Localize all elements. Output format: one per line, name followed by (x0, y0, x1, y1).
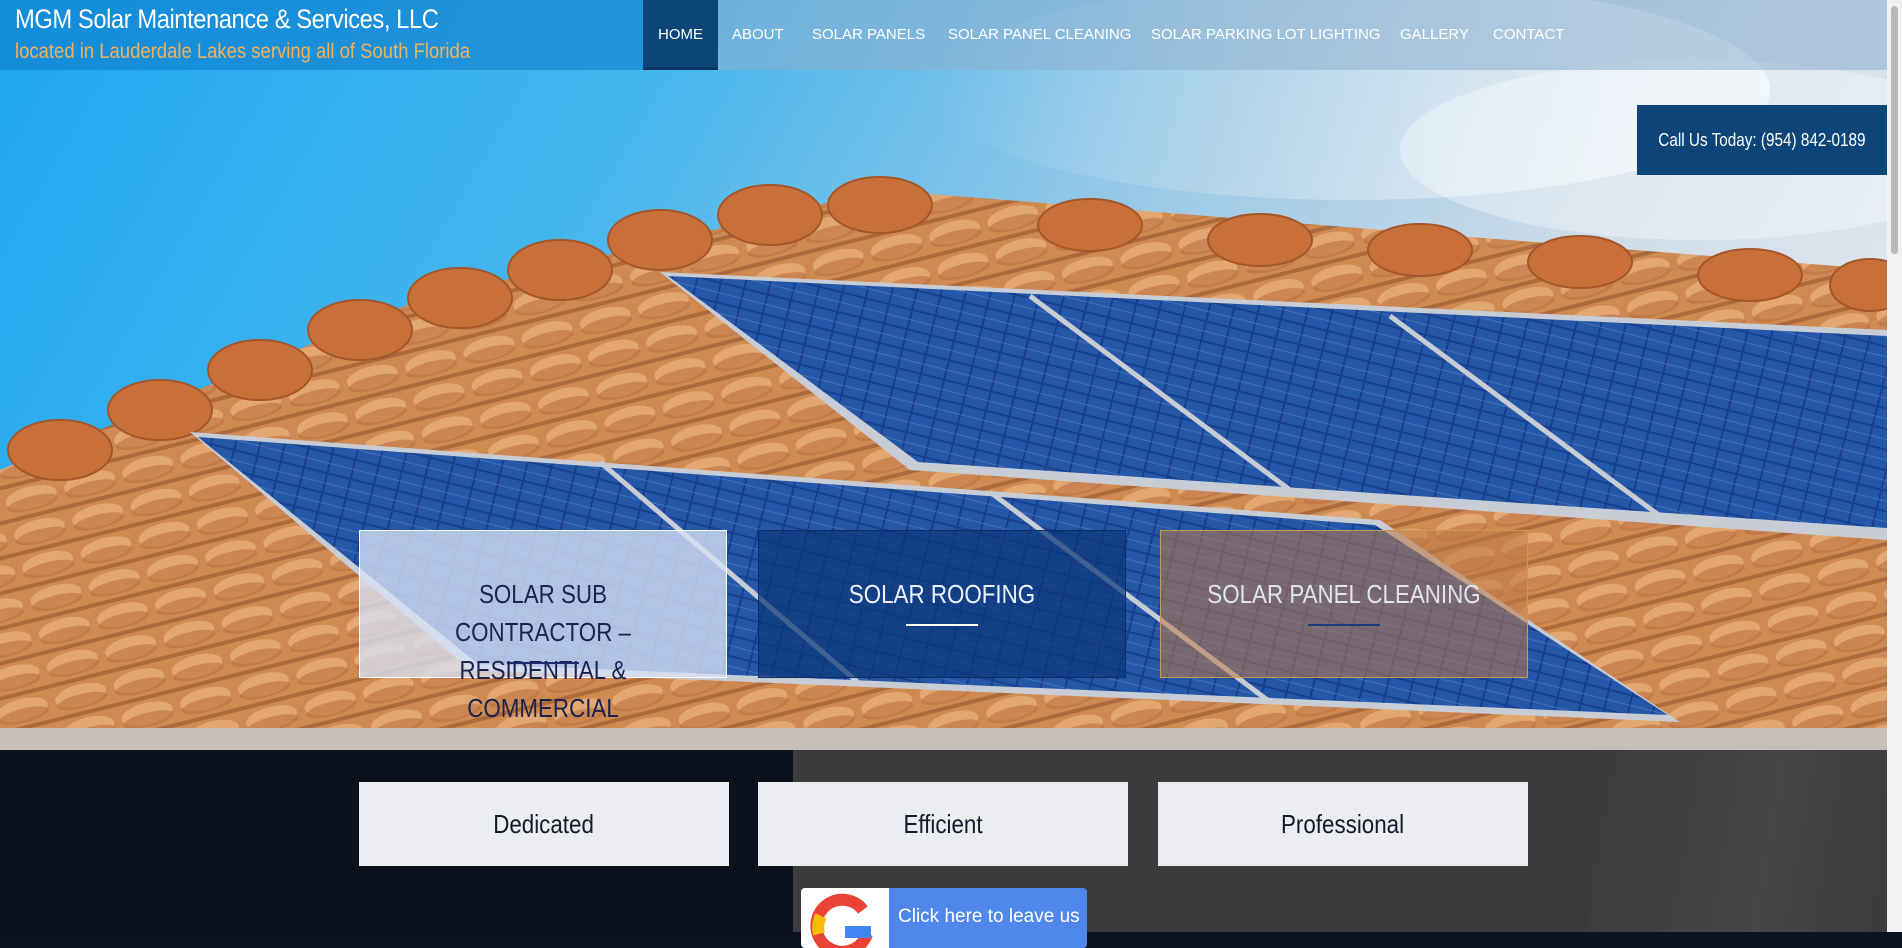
nav-item-gallery[interactable]: GALLERY (1400, 0, 1469, 70)
nav-item-solar-parking-lot-lighting[interactable]: SOLAR PARKING LOT LIGHTING (1151, 0, 1381, 70)
feature-underline (906, 624, 978, 626)
feature-box-solar-panel-cleaning[interactable]: SOLAR PANEL CLEANING (1160, 530, 1528, 678)
review-label: Click here to leave us (898, 906, 1080, 927)
value-label: Dedicated (493, 809, 595, 839)
google-review-button[interactable]: Click here to leave us (801, 888, 1087, 948)
feature-underline (1308, 624, 1380, 626)
scrollbar-thumb[interactable] (1891, 6, 1898, 254)
nav-item-solar-panel-cleaning[interactable]: SOLAR PANEL CLEANING (948, 0, 1131, 70)
site-branding: MGM Solar Maintenance & Services, LLC lo… (0, 0, 643, 70)
nav-item-about[interactable]: ABOUT (732, 0, 784, 70)
nav-item-solar-panels[interactable]: SOLAR PANELS (812, 0, 925, 70)
value-label: Professional (1281, 809, 1405, 839)
feature-underline (507, 662, 579, 664)
value-card-efficient: Efficient (758, 782, 1128, 866)
page-scrollbar[interactable] (1887, 0, 1902, 932)
call-us-label: Call Us Today: (954) 842-0189 (1658, 130, 1866, 150)
nav-item-home[interactable]: HOME (643, 0, 718, 70)
call-us-button[interactable]: Call Us Today: (954) 842-0189 (1637, 105, 1887, 175)
feature-box-solar-roofing[interactable]: SOLAR ROOFING (758, 530, 1126, 678)
feature-label: SOLAR SUB CONTRACTOR – RESIDENTIAL & COM… (454, 579, 632, 723)
feature-box-solar-sub-contractor[interactable]: SOLAR SUB CONTRACTOR – RESIDENTIAL & COM… (359, 530, 727, 723)
feature-label: SOLAR PANEL CLEANING (1207, 579, 1481, 609)
value-card-dedicated: Dedicated (359, 782, 729, 866)
site-tagline: located in Lauderdale Lakes serving all … (15, 40, 471, 63)
feature-label: SOLAR ROOFING (848, 579, 1036, 609)
main-navigation: HOME ABOUT SOLAR PANELS SOLAR PANEL CLEA… (643, 0, 1887, 70)
value-card-professional: Professional (1158, 782, 1528, 866)
site-title[interactable]: MGM Solar Maintenance & Services, LLC (15, 4, 439, 35)
google-g-icon (801, 888, 889, 948)
value-label: Efficient (903, 809, 983, 839)
nav-item-contact[interactable]: CONTACT (1493, 0, 1564, 70)
